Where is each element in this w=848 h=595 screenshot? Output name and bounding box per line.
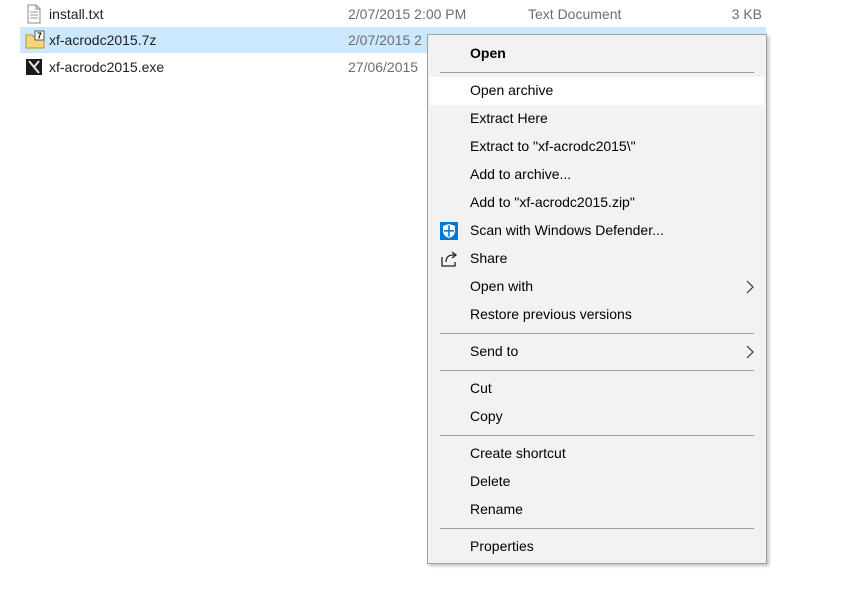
menu-item-label: Create shortcut: [470, 445, 566, 461]
menu-item-label: Rename: [470, 501, 523, 517]
file-type: Text Document: [528, 6, 622, 22]
menu-item-label: Extract Here: [470, 110, 548, 126]
menu-item-open-with[interactable]: Open with: [430, 273, 764, 301]
menu-item-label: Copy: [470, 408, 503, 424]
executable-icon: [26, 59, 42, 75]
menu-item-add-to-zip[interactable]: Add to "xf-acrodc2015.zip": [430, 189, 764, 217]
menu-item-label: Open with: [470, 278, 534, 294]
file-date: 27/06/2015: [348, 59, 419, 75]
menu-item-label: Delete: [470, 473, 511, 489]
menu-item-label: Add to "xf-acrodc2015.zip": [470, 194, 635, 210]
menu-item-extract-here[interactable]: Extract Here: [430, 105, 764, 133]
menu-item-delete[interactable]: Delete: [430, 468, 764, 496]
menu-item-label: Send to: [470, 343, 519, 359]
svg-text:7: 7: [37, 32, 42, 41]
menu-item-label: Open: [470, 45, 506, 61]
context-menu: Open Open archive Extract Here Extract t…: [427, 34, 767, 564]
menu-item-properties[interactable]: Properties: [430, 533, 764, 561]
menu-separator: [440, 435, 754, 436]
chevron-right-icon: [746, 345, 754, 359]
menu-item-restore-previous-versions[interactable]: Restore previous versions: [430, 301, 764, 329]
menu-item-extract-to[interactable]: Extract to "xf-acrodc2015\": [430, 133, 764, 161]
menu-item-label: Open archive: [470, 82, 554, 98]
menu-item-share[interactable]: Share: [430, 245, 764, 273]
menu-separator: [440, 333, 754, 334]
menu-item-copy[interactable]: Copy: [430, 403, 764, 431]
menu-item-label: Cut: [470, 380, 492, 396]
7z-archive-icon: 7: [25, 30, 45, 49]
file-row-install-txt[interactable]: install.txt 2/07/2015 2:00 PM Text Docum…: [20, 1, 766, 27]
menu-item-label: Add to archive...: [470, 166, 572, 182]
menu-item-create-shortcut[interactable]: Create shortcut: [430, 440, 764, 468]
menu-item-label: Scan with Windows Defender...: [470, 222, 664, 238]
menu-item-label: Restore previous versions: [470, 306, 632, 322]
share-icon: [441, 251, 458, 267]
menu-item-cut[interactable]: Cut: [430, 375, 764, 403]
menu-separator: [440, 72, 754, 73]
file-date: 2/07/2015 2: [348, 32, 422, 48]
menu-item-label: Properties: [470, 538, 534, 554]
file-name: xf-acrodc2015.7z: [49, 32, 157, 48]
menu-separator: [440, 528, 754, 529]
menu-item-send-to[interactable]: Send to: [430, 338, 764, 366]
menu-item-add-to-archive[interactable]: Add to archive...: [430, 161, 764, 189]
menu-item-open-archive[interactable]: Open archive: [430, 77, 764, 105]
menu-separator: [440, 370, 754, 371]
menu-item-rename[interactable]: Rename: [430, 496, 764, 524]
menu-item-scan-windows-defender[interactable]: Scan with Windows Defender...: [430, 217, 764, 245]
file-name: install.txt: [49, 6, 104, 22]
file-name: xf-acrodc2015.exe: [49, 59, 165, 75]
file-size: 3 KB: [731, 6, 762, 22]
menu-item-open[interactable]: Open: [430, 40, 764, 68]
menu-item-label: Share: [470, 250, 508, 266]
menu-item-label: Extract to "xf-acrodc2015\": [470, 138, 636, 154]
file-date: 2/07/2015 2:00 PM: [348, 6, 467, 22]
text-document-icon: [27, 4, 41, 24]
windows-defender-shield-icon: [440, 222, 458, 240]
chevron-right-icon: [746, 280, 754, 294]
